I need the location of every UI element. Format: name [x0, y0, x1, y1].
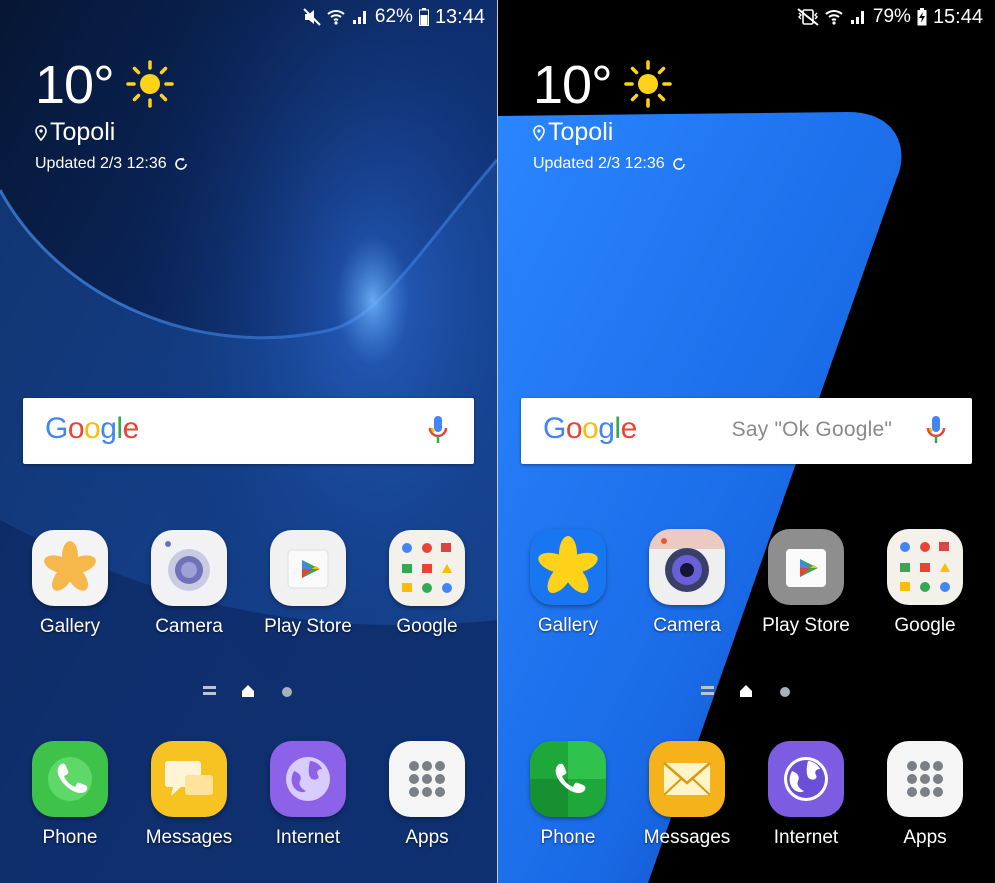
phone-icon — [32, 741, 108, 817]
messages-icon — [151, 741, 227, 817]
dock-internet[interactable]: Internet — [746, 741, 866, 849]
updated-time: Updated 2/3 12:36 — [533, 155, 665, 172]
menu-lines-icon — [203, 686, 216, 696]
weather-widget[interactable]: 10° Topoli Updated 2/3 12:36 — [35, 58, 189, 173]
vibrate-icon — [797, 8, 819, 26]
google-search-bar[interactable]: Google — [23, 398, 474, 464]
dock-apps[interactable]: Apps — [367, 741, 487, 849]
internet-icon — [768, 741, 844, 817]
google-logo: Google — [45, 412, 139, 445]
dock-phone[interactable]: Phone — [10, 741, 130, 849]
wifi-icon — [327, 10, 345, 25]
app-gallery[interactable]: Gallery — [508, 529, 628, 637]
play-store-icon — [270, 530, 346, 606]
app-label: Messages — [643, 827, 731, 848]
app-play-store[interactable]: Play Store — [746, 529, 866, 637]
dock-apps[interactable]: Apps — [865, 741, 985, 849]
google-search-bar[interactable]: Google Say "Ok Google" — [521, 398, 972, 464]
app-google-folder[interactable]: Google — [865, 529, 985, 637]
app-label: Camera — [653, 615, 721, 636]
sun-icon — [623, 60, 672, 108]
phone-icon — [530, 741, 606, 817]
play-store-icon — [768, 529, 844, 605]
app-label: Camera — [155, 616, 223, 637]
app-label: Apps — [405, 827, 449, 848]
signal-icon — [850, 11, 864, 24]
location-name: Topoli — [50, 118, 116, 146]
home-screen-right: 79% 15:44 10° Topoli Updated 2/3 12:36 G… — [498, 0, 995, 883]
status-bar: 79% 15:44 — [797, 6, 983, 28]
location-pin-icon — [533, 124, 545, 141]
app-gallery[interactable]: Gallery — [10, 530, 130, 638]
app-label: Play Store — [264, 616, 352, 637]
google-folder-icon — [389, 530, 465, 606]
app-label: Phone — [540, 827, 596, 848]
app-label: Play Store — [762, 615, 850, 636]
wifi-icon — [825, 10, 843, 25]
app-google-folder[interactable]: Google — [367, 530, 487, 638]
app-camera[interactable]: Camera — [627, 529, 747, 637]
app-label: Gallery — [537, 615, 599, 636]
gallery-icon — [32, 530, 108, 606]
updated-time: Updated 2/3 12:36 — [35, 155, 167, 172]
microphone-icon[interactable] — [428, 415, 448, 445]
camera-icon — [649, 529, 725, 605]
apps-grid-icon — [887, 741, 963, 817]
weather-widget[interactable]: 10° Topoli Updated 2/3 12:36 — [533, 58, 687, 173]
location-pin-icon — [35, 124, 47, 141]
app-label: Internet — [773, 827, 839, 848]
dock-messages[interactable]: Messages — [129, 741, 249, 849]
google-logo: Google — [543, 412, 637, 445]
battery-charging-icon — [917, 8, 927, 26]
status-bar: 62% 13:44 — [303, 6, 485, 28]
battery-percent: 62% — [374, 6, 413, 27]
camera-icon — [151, 530, 227, 606]
page-indicator[interactable] — [0, 684, 497, 700]
clock: 13:44 — [434, 5, 485, 28]
sun-icon — [125, 60, 174, 108]
dock-internet[interactable]: Internet — [248, 741, 368, 849]
temperature: 10° — [533, 55, 613, 115]
google-folder-icon — [887, 529, 963, 605]
refresh-icon[interactable] — [173, 156, 189, 172]
mute-icon — [303, 8, 321, 26]
app-label: Gallery — [39, 616, 101, 637]
app-label: Phone — [42, 827, 98, 848]
app-label: Apps — [903, 827, 947, 848]
app-label: Messages — [145, 827, 233, 848]
location-name: Topoli — [548, 118, 614, 146]
microphone-icon[interactable] — [926, 415, 946, 445]
internet-icon — [270, 741, 346, 817]
apps-grid-icon — [389, 741, 465, 817]
menu-lines-icon — [701, 686, 714, 696]
battery-icon — [418, 8, 429, 26]
page-dot — [780, 687, 790, 697]
battery-percent: 79% — [872, 6, 911, 27]
refresh-icon[interactable] — [671, 156, 687, 172]
page-indicator[interactable] — [498, 684, 995, 700]
app-play-store[interactable]: Play Store — [248, 530, 368, 638]
app-camera[interactable]: Camera — [129, 530, 249, 638]
clock: 15:44 — [932, 5, 983, 28]
home-page-icon — [242, 685, 254, 697]
dock-phone[interactable]: Phone — [508, 741, 628, 849]
page-dot — [282, 687, 292, 697]
search-hint: Say "Ok Google" — [731, 418, 892, 441]
messages-icon — [649, 741, 725, 817]
app-label: Google — [894, 615, 956, 636]
app-label: Google — [396, 616, 458, 637]
app-label: Internet — [275, 827, 341, 848]
dock-messages[interactable]: Messages — [627, 741, 747, 849]
home-page-icon — [740, 685, 752, 697]
home-screen-left: 62% 13:44 10° Topoli Updated 2/3 12:36 G… — [0, 0, 497, 883]
signal-icon — [352, 11, 366, 24]
temperature: 10° — [35, 55, 115, 115]
gallery-icon — [530, 529, 606, 605]
